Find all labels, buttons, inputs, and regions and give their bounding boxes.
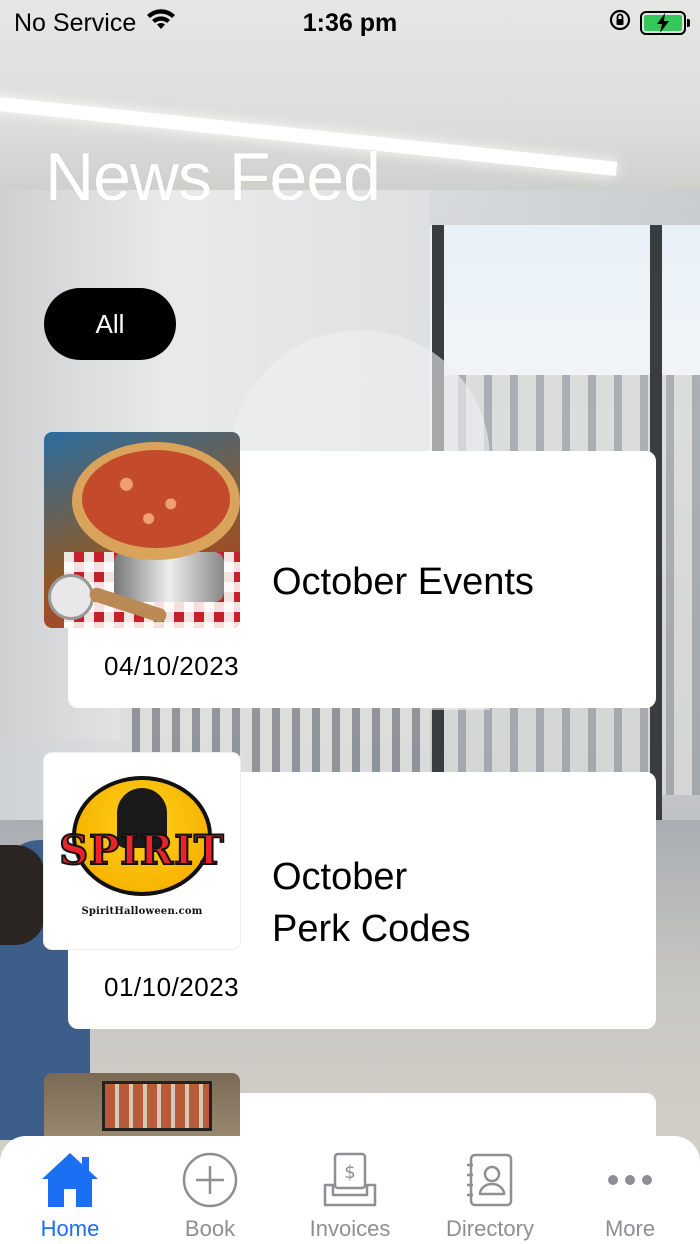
tab-home-label: Home [40,1216,100,1241]
pizza-cutter [48,574,94,620]
feed-card-date: 04/10/2023 [104,651,240,681]
tab-book-label: Book [184,1216,236,1241]
feed-card-title[interactable]: October Perk Codes [272,851,471,955]
orientation-lock-icon [608,8,632,39]
battery-nub [687,19,690,27]
feed-card-thumbnail[interactable]: SPIRIT SpiritHalloween.com [44,753,240,949]
tab-directory[interactable]: Directory [420,1148,560,1242]
pizza-stand [114,552,224,602]
tab-invoices-label: Invoices [309,1216,391,1241]
contact-book-icon [458,1148,522,1212]
page-title: News Feed [45,139,381,215]
tab-home[interactable]: Home [0,1148,140,1242]
svg-text:$: $ [344,1162,355,1183]
spirit-logo-word: SPIRIT [58,826,225,875]
tab-book[interactable]: Book [140,1148,280,1242]
background-person-head [0,845,45,945]
spirit-logo-url: SpiritHalloween.com [81,905,203,917]
charging-bolt-icon [642,10,684,39]
plus-circle-icon [178,1148,242,1212]
status-time: 1:36 pm [302,8,398,37]
tab-bar: Home Book $ Invoices Directory More [0,1136,700,1244]
feed-card-thumbnail[interactable] [44,432,240,628]
feed-card-title[interactable]: October Events [272,556,534,608]
feed-card-date: 01/10/2023 [104,972,240,1002]
tab-more-label: More [604,1216,656,1241]
tab-more[interactable]: More [560,1148,700,1242]
tab-directory-label: Directory [445,1216,534,1241]
pizza-topping [82,450,230,548]
ellipsis-icon [598,1148,662,1212]
filter-chip-all[interactable]: All [44,288,176,360]
status-right [608,8,690,39]
status-bar: No Service 1:36 pm [0,0,700,46]
tab-invoices[interactable]: $ Invoices [280,1148,420,1242]
building-window-image [102,1081,212,1131]
spirit-halloween-logo: SPIRIT SpiritHalloween.com [44,753,240,949]
invoice-tray-icon: $ [318,1148,382,1212]
battery-icon [640,11,690,35]
house-icon [38,1148,102,1212]
feed-card-thumbnail[interactable] [44,1073,240,1143]
spirit-logo-badge: SPIRIT [58,775,225,896]
